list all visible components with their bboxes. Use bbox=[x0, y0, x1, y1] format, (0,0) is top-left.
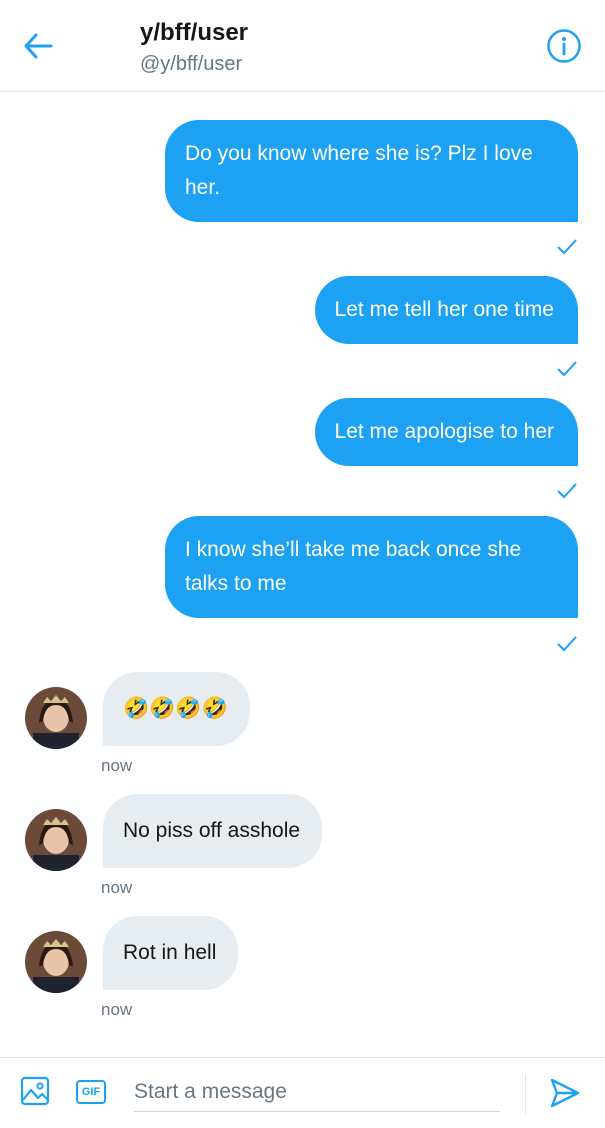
conversation-title-block[interactable]: y/bff/user @y/bff/user bbox=[140, 18, 248, 78]
avatar-photo bbox=[25, 809, 87, 871]
add-media-button[interactable] bbox=[20, 1076, 50, 1106]
message-text: I know she’ll take me back once she talk… bbox=[185, 538, 522, 595]
outgoing-message[interactable]: Let me apologise to her bbox=[314, 398, 578, 466]
message-text: 🤣🤣🤣🤣 bbox=[123, 697, 228, 720]
avatar-photo bbox=[25, 931, 87, 993]
sent-check-icon bbox=[557, 239, 577, 255]
sent-check-icon bbox=[557, 636, 577, 652]
info-button[interactable] bbox=[545, 27, 583, 65]
conversation-header: y/bff/user @y/bff/user bbox=[0, 0, 605, 92]
conversation-handle: @y/bff/user bbox=[140, 53, 243, 75]
message-text: Do you know where she is? Plz I love her… bbox=[185, 142, 533, 199]
incoming-message[interactable]: No piss off asshole bbox=[103, 794, 323, 868]
message-text: Let me tell her one time bbox=[334, 298, 554, 321]
incoming-message[interactable]: 🤣🤣🤣🤣 bbox=[103, 672, 250, 746]
message-text: Rot in hell bbox=[123, 941, 217, 964]
send-icon bbox=[550, 1078, 580, 1108]
message-composer: GIF bbox=[0, 1057, 605, 1128]
incoming-message[interactable]: Rot in hell bbox=[103, 916, 239, 990]
message-input[interactable] bbox=[134, 1072, 500, 1112]
sent-check-icon bbox=[557, 361, 577, 377]
avatar[interactable] bbox=[25, 931, 87, 993]
back-arrow-icon bbox=[24, 33, 53, 59]
conversation-title: y/bff/user bbox=[140, 19, 249, 46]
send-button[interactable] bbox=[548, 1076, 582, 1110]
outgoing-message[interactable]: Let me tell her one time bbox=[314, 276, 578, 344]
back-button[interactable] bbox=[18, 28, 58, 64]
message-thread[interactable]: Do you know where she is? Plz I love her… bbox=[0, 92, 605, 1057]
avatar[interactable] bbox=[25, 687, 87, 749]
sent-check-icon bbox=[557, 483, 577, 499]
outgoing-message[interactable]: I know she’ll take me back once she talk… bbox=[165, 516, 578, 618]
message-text: No piss off asshole bbox=[123, 819, 301, 842]
composer-divider bbox=[525, 1074, 526, 1114]
message-timestamp: now bbox=[101, 1000, 133, 1019]
avatar[interactable] bbox=[25, 809, 87, 871]
message-timestamp: now bbox=[101, 878, 133, 897]
outgoing-message[interactable]: Do you know where she is? Plz I love her… bbox=[165, 120, 578, 222]
info-icon bbox=[547, 29, 581, 63]
gif-button[interactable]: GIF bbox=[76, 1080, 106, 1104]
message-timestamp: now bbox=[101, 756, 133, 775]
message-text: Let me apologise to her bbox=[334, 420, 554, 443]
avatar-photo bbox=[25, 687, 87, 749]
image-icon bbox=[20, 1076, 50, 1106]
